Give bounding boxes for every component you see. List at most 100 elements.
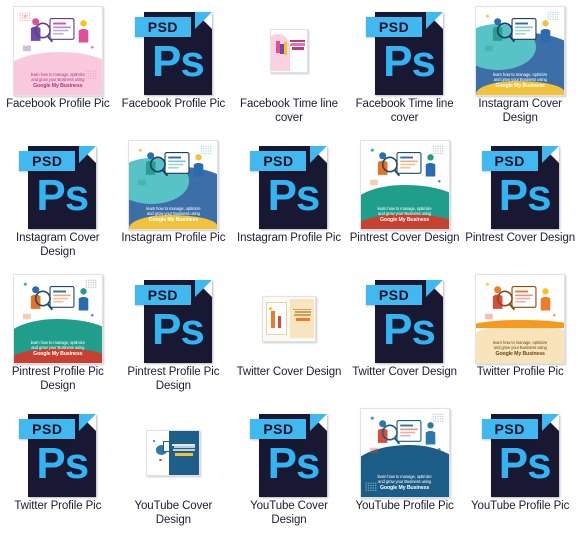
psd-file-icon[interactable]: Ps PSD [250,409,328,497]
image-thumbnail[interactable]: learn how to manage, optimize and grow yo… [128,139,219,230]
file-item[interactable]: YouTube Cover Design [116,402,232,536]
thumbnail-art: learn how to manage, optimize and grow yo… [360,140,449,229]
file-label: Pintrest Profile Pic Design [127,366,220,392]
thumbnail-caption: learn how to manage, optimize and grow yo… [146,205,201,224]
thumbnail: learn how to manage, optimize and grow yo… [123,138,223,231]
image-thumbnail[interactable]: learn how to manage, optimize and grow yo… [359,139,450,230]
file-item[interactable]: learn how to manage, optimize and grow yo… [347,134,463,268]
file-item[interactable]: Ps PSD Instagram Profile Pic [231,134,347,268]
thumbnail-art: learn how to manage, optimize and grow yo… [476,6,565,95]
psd-icon-fold-corner [310,145,328,163]
image-thumbnail[interactable]: learn how to manage, optimize and grow yo… [12,5,103,96]
file-item[interactable]: Ps PSD Facebook Time line cover [347,0,463,134]
psd-icon-fold-corner [541,145,559,163]
psd-icon-badge: PSD [366,284,423,305]
image-thumbnail[interactable] [269,28,308,73]
decorative-shape [547,10,560,20]
psd-file-icon[interactable]: Ps PSD [481,141,559,229]
decorative-shape [271,311,276,329]
decorative-shape [290,44,305,46]
file-item[interactable]: Facebook Time line cover [231,0,347,134]
file-item[interactable]: learn how to manage, optimize and grow yo… [347,402,463,536]
thumbnail [239,272,339,365]
psd-icon-badge: PSD [250,150,307,171]
decorative-shape [293,308,311,311]
decorative-shape [84,278,97,288]
thumbnail: Ps PSD [470,406,570,499]
image-thumbnail[interactable]: learn how to manage, optimize and grow yo… [12,273,103,364]
decorative-shape [200,144,213,154]
psd-file-icon[interactable]: Ps PSD [134,275,212,363]
decorative-shape [296,317,310,321]
file-label: Twitter Cover Design [352,366,457,378]
psd-icon-fold-corner [79,145,97,163]
thumbnail: Ps PSD [355,272,455,365]
file-item[interactable]: Ps PSD Pintrest Cover Design [462,134,578,268]
file-label: YouTube Cover Design [250,500,328,526]
file-item[interactable]: Ps PSD Twitter Cover Design [347,268,463,402]
psd-file-icon[interactable]: Ps PSD [19,409,97,497]
psd-icon-fold-corner [541,413,559,431]
decorative-shape [295,311,311,313]
decorative-shape [431,412,444,422]
psd-icon-badge: PSD [134,284,191,305]
decorative-shape [269,307,273,310]
psd-icon-badge: PSD [134,16,191,37]
file-label: Facebook Profile Pic [6,98,110,110]
file-item[interactable]: learn how to manage, optimize and grow yo… [462,268,578,402]
thumbnail-art: learn how to manage, optimize and grow yo… [129,140,218,229]
file-item[interactable]: Twitter Cover Design [231,268,347,402]
file-item[interactable]: Ps PSD Instagram Cover Design [0,134,116,268]
thumbnail: Ps PSD [8,406,108,499]
file-label: Instagram Profile Pic [121,232,226,244]
file-item[interactable]: learn how to manage, optimize and grow yo… [116,134,232,268]
file-label: YouTube Cover Design [134,500,213,526]
file-item[interactable]: Ps PSD Pintrest Profile Pic Design [116,268,232,402]
file-item[interactable]: Ps PSD YouTube Cover Design [231,402,347,536]
psd-file-icon[interactable]: Ps PSD [366,7,444,95]
file-item[interactable]: Ps PSD Twitter Profile Pic [0,402,116,536]
psd-icon-fold-corner [426,11,444,29]
image-thumbnail[interactable]: learn how to manage, optimize and grow yo… [359,407,450,498]
thumbnail-art: learn how to manage, optimize and grow yo… [13,6,102,95]
thumbnail-art [270,29,307,72]
thumbnail-caption: learn how to manage, optimize and grow yo… [30,71,85,90]
file-item[interactable]: learn how to manage, optimize and grow yo… [462,0,578,134]
thumbnail-art: learn how to manage, optimize and grow yo… [360,408,449,497]
psd-icon-badge: PSD [481,150,538,171]
image-thumbnail[interactable]: learn how to manage, optimize and grow yo… [475,273,566,364]
psd-file-icon[interactable]: Ps PSD [366,275,444,363]
psd-icon-fold-corner [194,279,212,297]
image-thumbnail[interactable] [146,429,201,476]
image-thumbnail[interactable]: learn how to manage, optimize and grow yo… [475,5,566,96]
file-label: Facebook Profile Pic [121,98,226,110]
decorative-shape [283,42,287,56]
psd-file-icon[interactable]: Ps PSD [19,141,97,229]
psd-icon-fold-corner [310,413,328,431]
file-item[interactable]: Ps PSD Facebook Profile Pic [116,0,232,134]
file-item[interactable]: learn how to manage, optimize and grow yo… [0,268,116,402]
file-item[interactable]: learn how to manage, optimize and grow yo… [0,0,116,134]
file-grid: learn how to manage, optimize and grow yo… [0,0,578,536]
psd-icon-badge: PSD [366,16,423,37]
illustration-people [485,282,556,319]
psd-file-icon[interactable]: Ps PSD [250,141,328,229]
decorative-shape [173,448,196,451]
file-item[interactable]: Ps PSD YouTube Profile Pic [462,402,578,536]
image-thumbnail[interactable] [261,295,316,342]
decorative-shape [158,458,162,462]
psd-file-icon[interactable]: Ps PSD [481,409,559,497]
psd-file-icon[interactable]: Ps PSD [134,7,212,95]
file-label: Pintrest Profile Pic Design [11,366,104,392]
thumbnail-art: learn how to manage, optimize and grow yo… [13,274,102,363]
thumbnail: learn how to manage, optimize and grow yo… [470,4,570,97]
decorative-shape [175,452,194,456]
thumbnail-art [147,430,200,475]
decorative-shape [291,47,305,51]
thumbnail-caption: learn how to manage, optimize and grow yo… [377,473,432,492]
decorative-shape [277,315,282,329]
psd-icon-badge: PSD [250,418,307,439]
thumbnail: learn how to manage, optimize and grow yo… [355,406,455,499]
file-label: Pintrest Cover Design [465,232,576,244]
thumbnail: learn how to manage, optimize and grow yo… [470,272,570,365]
